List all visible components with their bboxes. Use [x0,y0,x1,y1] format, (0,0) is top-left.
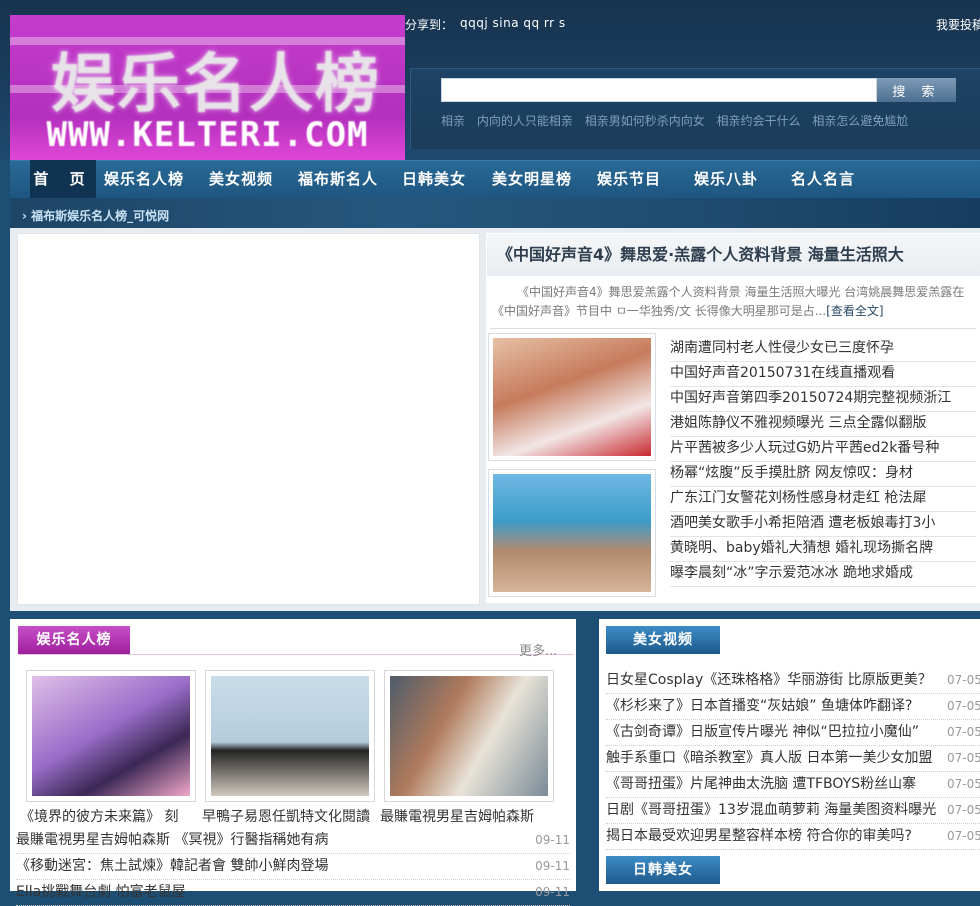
list-item-title: 《移動迷宮：焦土試煉》韓記者會 雙帥小鮮肉登場 [16,858,329,874]
list-item-title: 《古剑奇谭》日版宣传片曝光 神似“巴拉拉小魔仙” [606,724,919,740]
nav-item-jk-beauty[interactable]: 日韩美女 [402,160,466,198]
photo-card[interactable] [384,670,554,802]
section-tab-jk-beauty[interactable]: 日韩美女 [606,856,720,884]
search-button[interactable]: 搜 索 [877,78,956,102]
hot-search-links: 相亲 内向的人只能相亲 相亲男如何秒杀内向女 相亲约会干什么 相亲怎么避免尴尬 [441,112,916,129]
photo-card[interactable] [205,670,375,802]
news-item[interactable]: 中国好声音20150731在线直播观看 [670,362,976,387]
photo-image [32,676,190,796]
section-tab-video[interactable]: 美女视频 [606,626,720,654]
hot-link[interactable]: 相亲约会干什么 [717,114,801,128]
nav-item-quotes[interactable]: 名人名言 [791,160,855,198]
list-item[interactable]: 触手系重口《暗杀教室》真人版 日本第一美少女加盟 07-05 [606,746,980,772]
nav-item-star-rank[interactable]: 美女明星榜 [492,160,572,198]
celebrity-list: 最賺電視男星吉姆帕森斯 《冥視》行醫指稱她有病 09-11 《移動迷宮：焦土試煉… [16,828,570,906]
chevron-right-icon: › [22,209,27,223]
photo-image [390,676,548,796]
share-links[interactable]: qqqj sina qq rr s [460,16,566,30]
divider [18,654,574,655]
read-more-link[interactable]: [查看全文] [826,304,883,318]
news-item[interactable]: 片平茜被多少人玩过G奶片平茜ed2k番号种 [670,437,976,462]
nav-item-home[interactable]: 首 页 [30,160,96,198]
more-link[interactable]: 更多... [519,640,557,659]
list-item-title: 《杉杉来了》日本首播变“灰姑娘” 鱼塘体咋翻译? [606,698,913,714]
list-item-date: 07-05 [947,699,980,713]
news-item[interactable]: 黄晓明、baby婚礼大猜想 婚礼现场撕名牌 [670,537,976,562]
nav-item-forbes[interactable]: 福布斯名人 [298,160,378,198]
list-item[interactable]: 揭日本最受欢迎男星整容样本榜 符合你的审美吗? 07-05 [606,824,980,850]
list-item-date: 09-11 [535,885,570,899]
list-item-date: 07-05 [947,751,980,765]
nav-item-entertainment-show[interactable]: 娱乐节目 [597,160,661,198]
share-label: 分享到： [405,18,454,32]
photo-caption[interactable]: 早鴨子易恩任凱特文化閱讀 [202,806,378,826]
list-item-date: 07-05 [947,673,980,687]
hot-link[interactable]: 相亲怎么避免尴尬 [812,114,908,128]
photo-caption[interactable]: 最賺電視男星吉姆帕森斯 [380,806,556,826]
photo-card[interactable] [26,670,196,802]
breadcrumb-label: 福布斯娱乐名人榜_可悦网 [31,209,170,223]
list-item[interactable]: 《哥哥扭蛋》片尾神曲太洗脑 遭TFBOYS粉丝山寨 07-05 [606,772,980,798]
hot-link[interactable]: 内向的人只能相亲 [477,114,573,128]
list-item-title: 《哥哥扭蛋》片尾神曲太洗脑 遭TFBOYS粉丝山寨 [606,776,917,792]
news-item[interactable]: 港姐陈静仪不雅视频曝光 三点全露似翻版 [670,412,976,437]
list-item[interactable]: Ella挑戰舞台劇 怕富老鼠屋 09-11 [16,880,570,906]
thumbnail-image [493,474,651,592]
hot-link[interactable]: 相亲男如何秒杀内向女 [585,114,705,128]
breadcrumb[interactable]: › 福布斯娱乐名人榜_可悦网 [22,207,169,224]
photo-caption[interactable]: 《境界的彼方未来篇》 刻 [20,806,196,826]
logo-title: 娱乐名人榜 [51,48,381,122]
list-item[interactable]: 日女星Cosplay《还珠格格》华丽游街 比原版更美？ 07-05 [606,668,980,694]
news-item[interactable]: 酒吧美女歌手小希拒陪酒 遭老板娘毒打3小 [670,512,976,537]
news-item[interactable]: 广东江门女警花刘杨性感身材走红 枪法犀 [670,487,976,512]
nav-item-beauty-video[interactable]: 美女视频 [209,160,273,198]
news-thumbnail[interactable] [488,469,656,597]
list-item[interactable]: 《移動迷宮：焦土試煉》韓記者會 雙帥小鮮肉登場 09-11 [16,854,570,880]
divider [490,328,976,329]
list-item-date: 09-11 [535,859,570,873]
photo-image [211,676,369,796]
list-item-title: Ella挑戰舞台劇 怕富老鼠屋 [16,884,186,900]
search-input[interactable] [441,78,877,102]
list-item-date: 07-05 [947,829,980,843]
list-item[interactable]: 最賺電視男星吉姆帕森斯 《冥視》行醫指稱她有病 09-11 [16,828,570,854]
nav-item-celebrity-rank[interactable]: 娱乐名人榜 [104,160,184,198]
list-item-date: 07-05 [947,777,980,791]
news-item[interactable]: 中国好声音第四季20150724期完整视频浙江 [670,387,976,412]
list-item-title: 日女星Cosplay《还珠格格》华丽游街 比原版更美？ [606,672,932,688]
nav-item-gossip[interactable]: 娱乐八卦 [694,160,758,198]
list-item-date: 07-05 [947,725,980,739]
list-item[interactable]: 《古剑奇谭》日版宣传片曝光 神似“巴拉拉小魔仙” 07-05 [606,720,980,746]
list-item-title: 日剧《哥哥扭蛋》13岁混血萌萝莉 海量美图资料曝光 [606,802,937,818]
news-thumbnail[interactable] [488,333,656,461]
list-item-title: 触手系重口《暗杀教室》真人版 日本第一美少女加盟 [606,750,933,766]
hot-link[interactable]: 相亲 [441,114,465,128]
list-item-date: 09-11 [535,833,570,847]
list-item[interactable]: 日剧《哥哥扭蛋》13岁混血萌萝莉 海量美图资料曝光 07-05 [606,798,980,824]
news-item[interactable]: 湖南遭同村老人性侵少女已三度怀孕 [670,337,976,362]
slideshow-placeholder [17,233,480,605]
thumbnail-image [493,338,651,456]
contribute-link[interactable]: 我要投稿 [936,16,980,33]
news-item[interactable]: 曝李晨刻“冰”字示爱范冰冰 跪地求婚成 [670,562,976,587]
list-item[interactable]: 《杉杉来了》日本首播变“灰姑娘” 鱼塘体咋翻译? 07-05 [606,694,980,720]
list-item-title: 揭日本最受欢迎男星整容样本榜 符合你的审美吗? [606,828,912,844]
list-item-date: 07-05 [947,803,980,817]
headline-summary-text: 《中国好声音4》舞思爱羔露个人资料背景 海量生活照大曝光 台湾姚晨舞思爱羔露在《… [492,285,965,318]
site-logo[interactable]: 娱乐名人榜 WWW.KELTERI.COM [10,15,405,160]
list-item-title: 最賺電視男星吉姆帕森斯 《冥視》行醫指稱她有病 [16,832,329,848]
headline-title[interactable]: 《中国好声音4》舞思爱·羔露个人资料背景 海量生活照大 [487,234,980,276]
section-tab-celebrity[interactable]: 娱乐名人榜 [18,626,130,654]
news-item[interactable]: 杨幂“炫腹”反手摸肚脐 网友惊叹：身材 [670,462,976,487]
news-list: 湖南遭同村老人性侵少女已三度怀孕 中国好声音20150731在线直播观看 中国好… [670,337,976,587]
video-list: 日女星Cosplay《还珠格格》华丽游街 比原版更美？ 07-05 《杉杉来了》… [606,668,980,850]
logo-url: WWW.KELTERI.COM [46,115,369,155]
headline-summary: 《中国好声音4》舞思爱羔露个人资料背景 海量生活照大曝光 台湾姚晨舞思爱羔露在《… [492,283,976,323]
